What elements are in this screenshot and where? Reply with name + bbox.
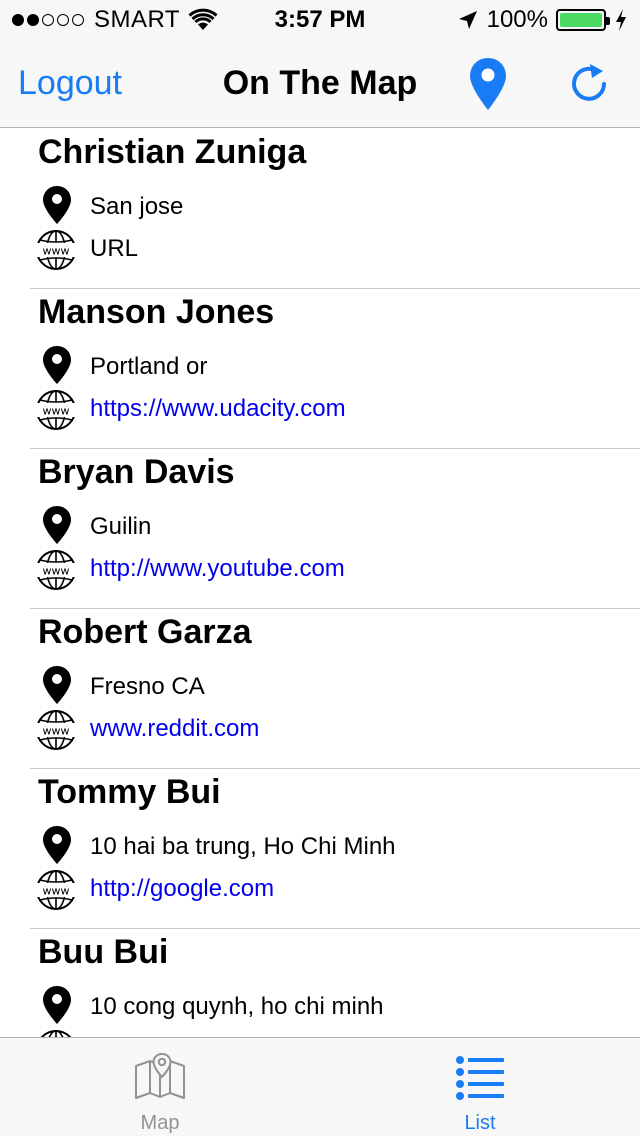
svg-text:www: www <box>43 405 70 418</box>
location-pin-icon <box>43 346 71 384</box>
student-name: Bryan Davis <box>38 453 235 491</box>
charging-bolt-icon <box>616 9 626 31</box>
tab-list[interactable]: List <box>320 1038 640 1136</box>
page-title: On The Map <box>222 64 418 102</box>
list-item[interactable]: Robert Garza Fresno CA www www.reddit.co… <box>30 609 640 769</box>
location-pin-icon <box>43 666 71 704</box>
location-arrow-icon <box>458 11 477 29</box>
svg-text:www: www <box>43 565 70 578</box>
battery-nub <box>606 17 610 25</box>
refresh-button[interactable] <box>570 62 612 106</box>
student-url[interactable]: URL <box>90 235 138 263</box>
student-location: San jose <box>90 193 184 220</box>
list-item[interactable]: Christian Zuniga San jose www URL <box>30 129 640 289</box>
svg-text:www: www <box>43 885 70 898</box>
globe-www-icon: www <box>36 870 76 910</box>
battery-percent: 100% <box>486 6 548 33</box>
student-location: Fresno CA <box>90 673 205 700</box>
tab-map[interactable]: Map <box>0 1038 320 1136</box>
location-pin-icon <box>43 986 71 1024</box>
student-location: 10 cong quynh, ho chi minh <box>90 993 384 1020</box>
student-url-link[interactable]: http://google.com <box>90 875 274 903</box>
student-name: Tommy Bui <box>38 773 221 811</box>
student-name: Buu Bui <box>38 933 169 971</box>
student-name: Christian Zuniga <box>38 133 307 171</box>
student-location: Guilin <box>90 513 152 540</box>
student-location: Portland or <box>90 353 208 380</box>
tab-bar: Map List <box>0 1037 640 1136</box>
student-url-link[interactable]: https://www.udacity.com <box>90 395 346 423</box>
tab-map-label: Map <box>140 1112 180 1134</box>
svg-text:www: www <box>43 245 70 258</box>
status-right: 100% <box>457 6 628 34</box>
add-pin-button[interactable] <box>468 56 508 112</box>
globe-www-icon: www <box>36 390 76 430</box>
student-location: 10 hai ba trung, Ho Chi Minh <box>90 833 396 860</box>
map-icon <box>135 1052 185 1099</box>
location-pin-icon <box>43 826 71 864</box>
list-icon <box>456 1056 504 1100</box>
navigation-bar: Logout On The Map <box>0 40 640 128</box>
svg-text:www: www <box>43 725 70 738</box>
globe-www-icon: www <box>36 710 76 750</box>
globe-www-icon: www <box>36 550 76 590</box>
globe-www-icon: www <box>36 230 76 270</box>
tab-list-label: List <box>464 1112 496 1134</box>
list-item[interactable]: Buu Bui 10 cong quynh, ho chi minh www <box>30 929 640 1037</box>
list-item[interactable]: Tommy Bui 10 hai ba trung, Ho Chi Minh w… <box>30 769 640 929</box>
student-url-link[interactable]: www.reddit.com <box>90 715 259 743</box>
globe-www-icon: www <box>40 1030 72 1037</box>
student-name: Robert Garza <box>38 613 252 651</box>
student-list[interactable]: Christian Zuniga San jose www URL Manson… <box>0 129 640 1037</box>
student-name: Manson Jones <box>38 293 275 331</box>
list-item[interactable]: Manson Jones Portland or www https://www… <box>30 289 640 449</box>
status-bar: SMART 3:57 PM 100% <box>0 0 640 40</box>
battery-fill <box>560 13 602 27</box>
list-item[interactable]: Bryan Davis Guilin www http://www.youtub… <box>30 449 640 609</box>
student-url-link[interactable]: http://www.youtube.com <box>90 555 345 583</box>
location-pin-icon <box>43 186 71 224</box>
location-pin-icon <box>43 506 71 544</box>
battery-icon <box>556 9 610 31</box>
